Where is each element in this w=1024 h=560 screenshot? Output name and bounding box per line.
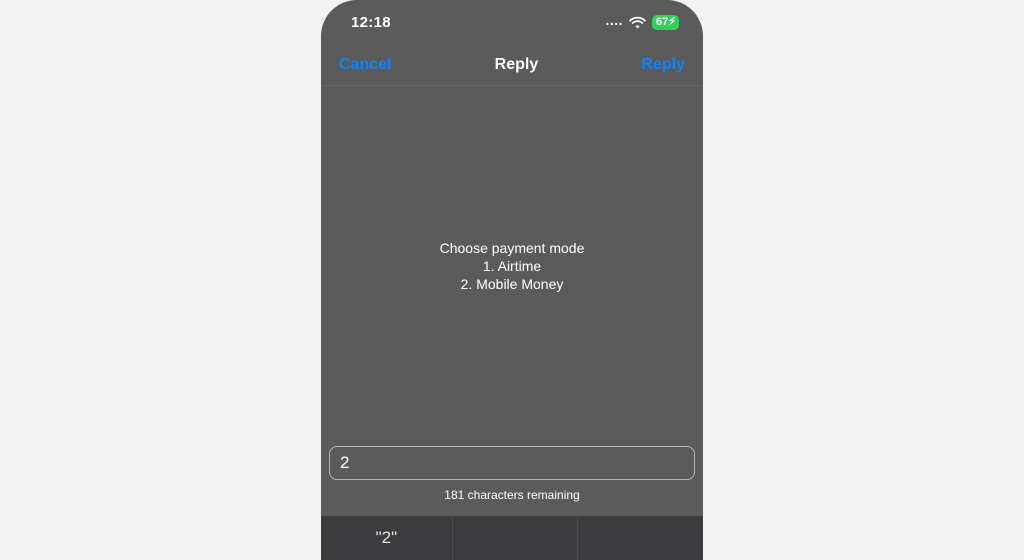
- keyboard-suggestion-bar: "2": [321, 516, 703, 560]
- battery-icon: 67⚡︎: [652, 15, 679, 30]
- prompt-line-1: Choose payment mode: [440, 239, 585, 257]
- wifi-icon: [629, 16, 646, 29]
- prompt-line-3: 2. Mobile Money: [461, 275, 564, 293]
- page-title: Reply: [495, 56, 539, 74]
- message-content: Choose payment mode 1. Airtime 2. Mobile…: [321, 86, 703, 446]
- reply-button[interactable]: Reply: [641, 56, 685, 74]
- nav-bar: Cancel Reply Reply: [321, 44, 703, 86]
- prompt-line-2: 1. Airtime: [483, 257, 541, 275]
- cancel-button[interactable]: Cancel: [339, 56, 391, 74]
- status-time: 12:18: [351, 14, 391, 31]
- input-area: 181 characters remaining: [321, 446, 703, 502]
- status-icons: .... 67⚡︎: [605, 14, 679, 30]
- battery-level: 67: [656, 17, 668, 28]
- cellular-dots-icon: ....: [605, 12, 623, 28]
- reply-input[interactable]: [329, 446, 695, 480]
- keyboard-suggestion-2[interactable]: [453, 516, 579, 560]
- keyboard-suggestion-3[interactable]: [578, 516, 703, 560]
- charging-icon: ⚡︎: [668, 17, 676, 28]
- status-bar: 12:18 .... 67⚡︎: [321, 0, 703, 44]
- keyboard-suggestion-1[interactable]: "2": [321, 516, 453, 560]
- phone-frame: 12:18 .... 67⚡︎ Cancel Reply Reply Choos…: [321, 0, 703, 560]
- char-counter: 181 characters remaining: [329, 488, 695, 502]
